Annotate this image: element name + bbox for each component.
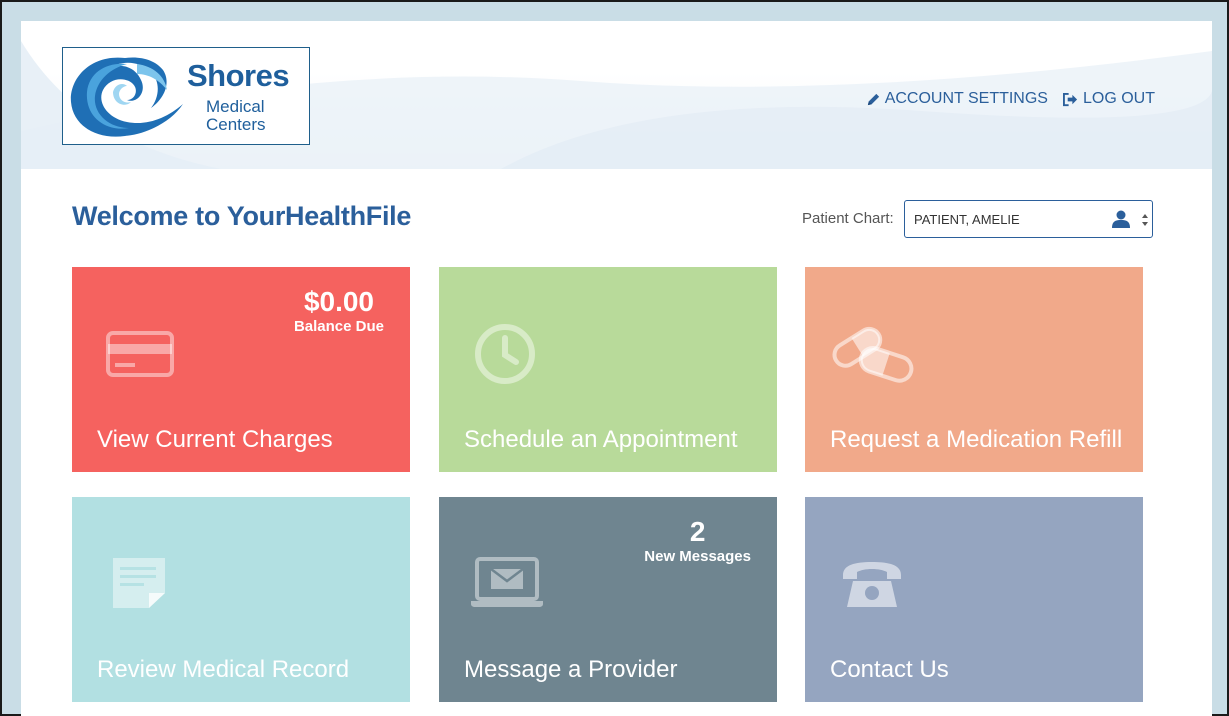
- messages-count: 2: [689, 516, 706, 547]
- tile-title: Review Medical Record: [97, 656, 350, 683]
- schedule-appointment-tile[interactable]: Schedule an Appointment: [439, 267, 777, 472]
- header: Shores Medical Centers ACCOUNT SETTINGS: [21, 21, 1212, 169]
- document-icon: [113, 558, 165, 608]
- patient-chart-select[interactable]: PATIENT, AMELIE: [904, 200, 1153, 238]
- log-out-link[interactable]: LOG OUT: [1062, 90, 1155, 108]
- message-provider-tile[interactable]: 2 New Messages Message a Provider: [439, 497, 777, 702]
- view-current-charges-tile[interactable]: $0.00 Balance Due View Current Charges: [72, 267, 410, 472]
- balance-label: Balance Due: [293, 318, 384, 335]
- review-medical-record-tile[interactable]: Review Medical Record: [72, 497, 410, 702]
- pencil-icon: [867, 93, 879, 105]
- telephone-icon: [843, 562, 901, 607]
- log-out-label: LOG OUT: [1082, 90, 1155, 107]
- messages-label: New Messages: [644, 548, 751, 565]
- patient-chart-label: Patient Chart:: [802, 210, 894, 227]
- user-icon: [1112, 210, 1130, 228]
- tile-title: Message a Provider: [464, 656, 678, 683]
- logo-name: Shores: [187, 58, 290, 93]
- request-medication-refill-tile[interactable]: Request a Medication Refill: [805, 267, 1143, 472]
- wave-logo-icon: [70, 57, 183, 137]
- tile-title: Schedule an Appointment: [464, 426, 738, 453]
- contact-us-tile[interactable]: Contact Us: [805, 497, 1143, 702]
- messages-stat: 2 New Messages: [644, 517, 751, 567]
- top-navigation: ACCOUNT SETTINGS LOG OUT: [866, 90, 1155, 108]
- select-arrows-icon: [1142, 214, 1148, 226]
- sign-out-icon: [1062, 92, 1078, 106]
- account-settings-label: ACCOUNT SETTINGS: [884, 90, 1048, 107]
- balance-stat: $0.00 Balance Due: [294, 287, 384, 337]
- logo-line-2: Centers: [206, 115, 266, 134]
- logo-line-1: Medical: [206, 97, 265, 116]
- tile-title: View Current Charges: [97, 426, 333, 453]
- patient-chart-value: PATIENT, AMELIE: [914, 212, 1020, 227]
- account-settings-link[interactable]: ACCOUNT SETTINGS: [866, 90, 1048, 108]
- tile-title: Request a Medication Refill: [830, 426, 1123, 453]
- page-title: Welcome to YourHealthFile: [72, 201, 412, 231]
- credit-card-icon: [106, 331, 174, 377]
- tile-title: Contact Us: [830, 656, 949, 683]
- browser-frame: Shores Medical Centers ACCOUNT SETTINGS: [0, 0, 1229, 716]
- pills-icon: [832, 326, 914, 383]
- page: Shores Medical Centers ACCOUNT SETTINGS: [21, 21, 1212, 716]
- shores-logo[interactable]: Shores Medical Centers: [62, 47, 310, 145]
- clock-icon: [475, 324, 535, 384]
- laptop-mail-icon: [471, 557, 543, 607]
- balance-value: $0.00: [303, 286, 375, 317]
